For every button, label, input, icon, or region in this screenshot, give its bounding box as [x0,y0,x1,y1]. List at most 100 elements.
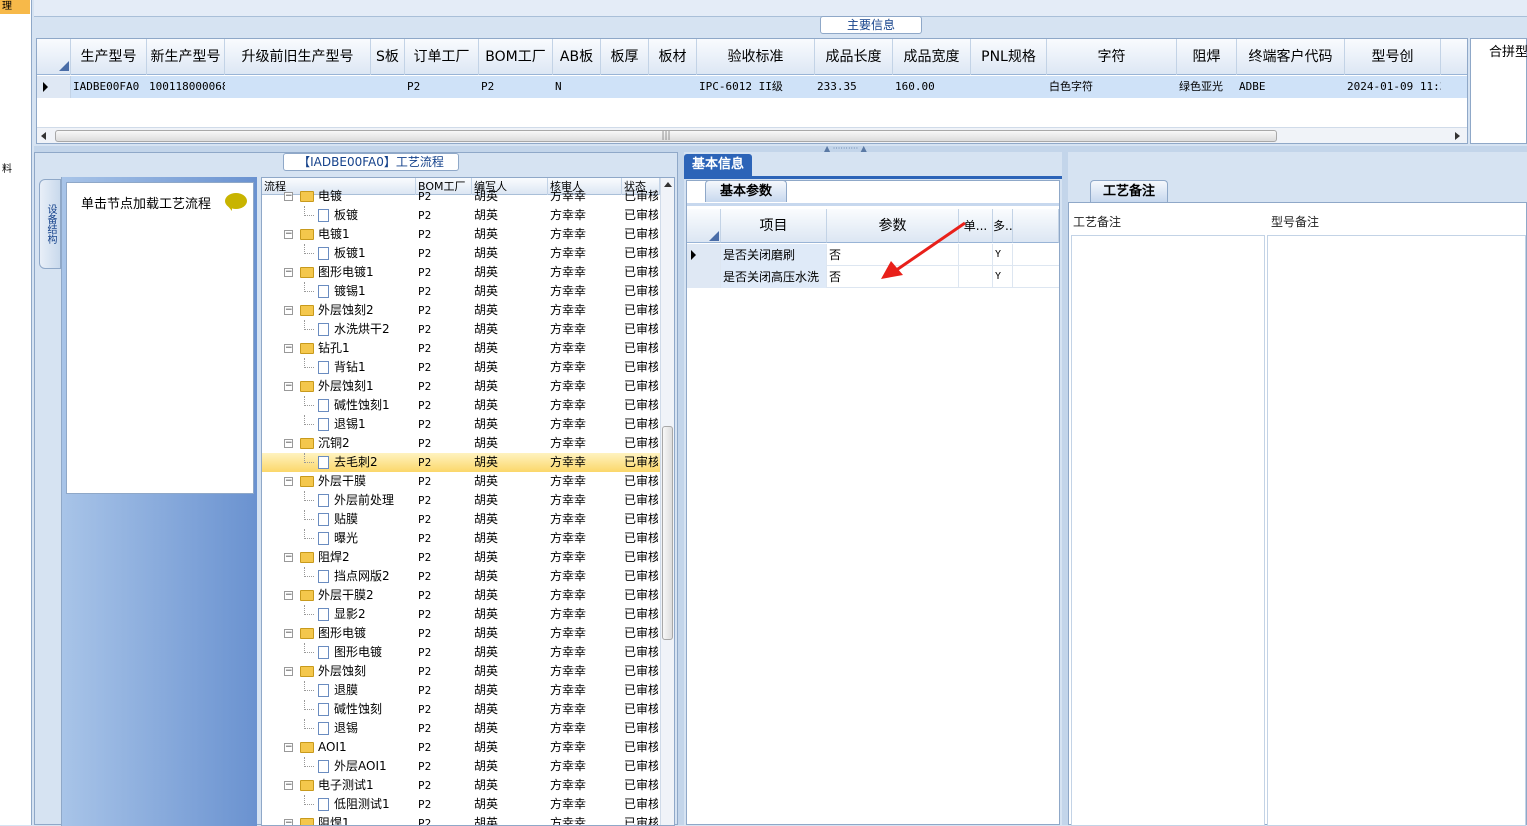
model-remarks-textarea[interactable] [1267,235,1526,826]
tree-row[interactable]: − 图形电镀 P2 胡英 方幸幸 已审核 [262,624,660,643]
column-header[interactable]: AB板 [553,39,601,75]
tree-row[interactable]: − 电镀 P2 胡英 方幸幸 已审核 [262,187,660,206]
table-cell[interactable] [649,76,697,98]
column-header[interactable]: S板 [371,39,405,75]
scroll-thumb[interactable]: ||| [55,130,1277,142]
table-cell[interactable]: N [553,76,601,98]
tree-row[interactable]: − 外层蚀刻 P2 胡英 方幸幸 已审核 [262,662,660,681]
param-cell-param[interactable]: 否 [827,266,959,288]
nav-hint-box[interactable]: 单击节点加载工艺流程 [66,182,254,494]
collapse-toggle-icon[interactable]: − [284,306,293,315]
column-header[interactable]: 成品长度 [815,39,893,75]
collapse-toggle-icon[interactable]: − [284,268,293,277]
tree-row[interactable]: 图形电镀 P2 胡英 方幸幸 已审核 [262,643,660,662]
vertical-scrollbar[interactable] [660,178,674,825]
table-cell[interactable]: 233.35 [815,76,893,98]
tree-row[interactable]: − 钻孔1 P2 胡英 方幸幸 已审核 [262,339,660,358]
table-cell[interactable]: ADBE [1237,76,1345,98]
tree-row[interactable]: 挡点网版2 P2 胡英 方幸幸 已审核 [262,567,660,586]
column-header[interactable]: BOM工厂 [479,39,553,75]
column-header[interactable]: 板材 [649,39,697,75]
tree-row[interactable]: 退膜 P2 胡英 方幸幸 已审核 [262,681,660,700]
table-cell[interactable] [601,76,649,98]
collapse-toggle-icon[interactable]: − [284,477,293,486]
horizontal-scrollbar[interactable]: ||| [37,127,1467,143]
collapse-toggle-icon[interactable]: − [284,629,293,638]
table-cell[interactable]: 160.00 [893,76,971,98]
tree-row[interactable]: − 外层蚀刻2 P2 胡英 方幸幸 已审核 [262,301,660,320]
tree-row[interactable]: 镀锡1 P2 胡英 方幸幸 已审核 [262,282,660,301]
tree-row[interactable]: 退锡 P2 胡英 方幸幸 已审核 [262,719,660,738]
column-header[interactable]: 型号创 [1345,39,1441,75]
column-header[interactable]: 阻焊 [1177,39,1237,75]
tree-row[interactable]: − 阻焊1 P2 胡英 方幸幸 已审核 [262,814,660,825]
tab-basic-params[interactable]: 基本参数 [705,180,787,202]
table-cell[interactable]: IADBE00FA0 [71,76,147,98]
table-cell[interactable]: 白色字符 [1047,76,1177,98]
column-header[interactable]: 新生产型号 [147,39,225,75]
tree-row[interactable]: 碱性蚀刻1 P2 胡英 方幸幸 已审核 [262,396,660,415]
tree-row[interactable]: 背钻1 P2 胡英 方幸幸 已审核 [262,358,660,377]
column-header[interactable]: 板厚 [601,39,649,75]
tree-row[interactable]: − AOI1 P2 胡英 方幸幸 已审核 [262,738,660,757]
tree-row[interactable]: 低阻测试1 P2 胡英 方幸幸 已审核 [262,795,660,814]
tree-row[interactable]: 退锡1 P2 胡英 方幸幸 已审核 [262,415,660,434]
table-row[interactable]: 是否关闭磨刷否 Y [687,244,1059,266]
table-cell[interactable]: IPC-6012 II级 [697,76,815,98]
table-cell[interactable]: P2 [479,76,553,98]
column-header[interactable]: PNL规格 [971,39,1047,75]
column-header[interactable]: 终端客户代码 [1237,39,1345,75]
column-header[interactable]: 订单工厂 [405,39,479,75]
tree-row[interactable]: − 电镀1 P2 胡英 方幸幸 已审核 [262,225,660,244]
tree-row[interactable]: 水洗烘干2 P2 胡英 方幸幸 已审核 [262,320,660,339]
collapse-toggle-icon[interactable]: − [284,591,293,600]
column-header[interactable]: 升级前旧生产型号 [225,39,371,75]
tree-row[interactable]: 显影2 P2 胡英 方幸幸 已审核 [262,605,660,624]
tree-row[interactable]: 板镀1 P2 胡英 方幸幸 已审核 [262,244,660,263]
tree-row[interactable]: − 图形电镀1 P2 胡英 方幸幸 已审核 [262,263,660,282]
collapse-toggle-icon[interactable]: − [284,781,293,790]
tree-row[interactable]: 去毛刺2 P2 胡英 方幸幸 已审核 [262,453,660,472]
sidebar-selected-item[interactable]: 理 [0,0,30,14]
collapse-toggle-icon[interactable]: − [284,667,293,676]
collapse-toggle-icon[interactable]: − [284,344,293,353]
collapse-toggle-icon[interactable]: − [284,743,293,752]
collapse-toggle-icon[interactable]: − [284,192,293,201]
table-cell[interactable]: 10011800006891 [147,76,225,98]
tree-row[interactable]: − 阻焊2 P2 胡英 方幸幸 已审核 [262,548,660,567]
table-cell[interactable]: 绿色亚光 [1177,76,1237,98]
param-cell-param[interactable]: 否 [827,244,959,266]
column-header[interactable]: 验收标准 [697,39,815,75]
table-cell[interactable]: 2024-01-09 11:34 [1345,76,1441,98]
column-header[interactable]: 单... [959,209,993,243]
tree-row[interactable]: 碱性蚀刻 P2 胡英 方幸幸 已审核 [262,700,660,719]
column-header[interactable]: 成品宽度 [893,39,971,75]
tab-basic-info[interactable]: 基本信息 [684,154,752,176]
sidebar-item[interactable]: 料 [2,160,12,175]
tree-row[interactable]: 板镀 P2 胡英 方幸幸 已审核 [262,206,660,225]
tree-row[interactable]: − 电子测试1 P2 胡英 方幸幸 已审核 [262,776,660,795]
column-header[interactable]: 字符 [1047,39,1177,75]
collapse-toggle-icon[interactable]: − [284,382,293,391]
column-header[interactable]: 项目 [721,209,827,243]
column-header[interactable]: 多... [993,209,1013,243]
collapse-toggle-icon[interactable]: − [284,553,293,562]
scroll-thumb[interactable] [662,426,673,640]
table-cell[interactable]: P2 [405,76,479,98]
tab-equipment-structure[interactable]: 设备结构 [39,179,61,269]
tab-process-remarks[interactable]: 工艺备注 [1090,180,1168,202]
collapse-toggle-icon[interactable]: − [284,439,293,448]
tree-row[interactable]: 外层AOI1 P2 胡英 方幸幸 已审核 [262,757,660,776]
tree-row[interactable]: − 沉铜2 P2 胡英 方幸幸 已审核 [262,434,660,453]
tree-row[interactable]: − 外层干膜 P2 胡英 方幸幸 已审核 [262,472,660,491]
table-cell[interactable] [971,76,1047,98]
tree-row[interactable]: 贴膜 P2 胡英 方幸幸 已审核 [262,510,660,529]
tree-row[interactable]: 曝光 P2 胡英 方幸幸 已审核 [262,529,660,548]
tree-row[interactable]: 外层前处理 P2 胡英 方幸幸 已审核 [262,491,660,510]
column-header[interactable]: 参数 [827,209,959,243]
table-cell[interactable] [225,76,371,98]
column-header[interactable]: 生产型号 [71,39,147,75]
tree-row[interactable]: − 外层蚀刻1 P2 胡英 方幸幸 已审核 [262,377,660,396]
table-cell[interactable] [371,76,405,98]
tree-row[interactable]: − 外层干膜2 P2 胡英 方幸幸 已审核 [262,586,660,605]
